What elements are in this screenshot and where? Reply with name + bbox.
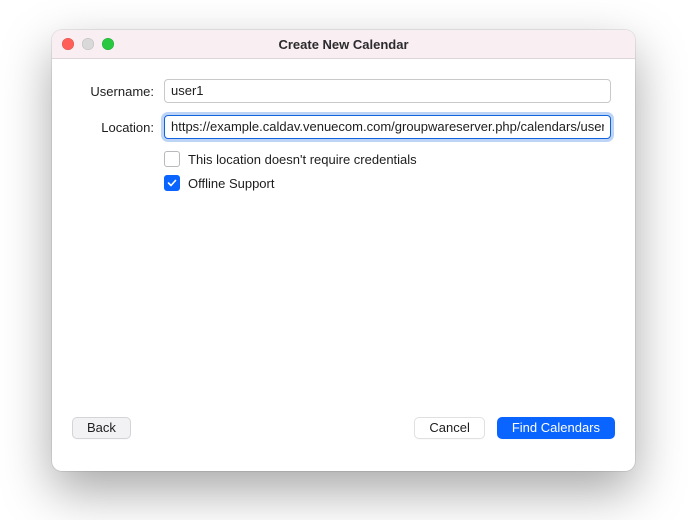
no-credentials-label: This location doesn't require credential… xyxy=(188,152,417,167)
username-input[interactable] xyxy=(164,79,611,103)
footer: Back Cancel Find Calendars xyxy=(52,401,635,471)
titlebar: Create New Calendar xyxy=(52,30,635,59)
zoom-window-button[interactable] xyxy=(102,38,114,50)
no-credentials-row: This location doesn't require credential… xyxy=(164,151,611,167)
close-window-button[interactable] xyxy=(62,38,74,50)
window-controls xyxy=(62,38,114,50)
username-row: Username: xyxy=(76,79,611,103)
offline-support-row: Offline Support xyxy=(164,175,611,191)
cancel-button[interactable]: Cancel xyxy=(414,417,484,439)
dialog-window: Create New Calendar Username: Location: … xyxy=(52,30,635,471)
back-button[interactable]: Back xyxy=(72,417,131,439)
window-title: Create New Calendar xyxy=(278,37,408,52)
offline-support-label: Offline Support xyxy=(188,176,274,191)
minimize-window-button[interactable] xyxy=(82,38,94,50)
location-row: Location: xyxy=(76,115,611,139)
location-input[interactable] xyxy=(164,115,611,139)
offline-support-checkbox[interactable] xyxy=(164,175,180,191)
location-label: Location: xyxy=(76,120,164,135)
content-area: Username: Location: This location doesn'… xyxy=(52,59,635,401)
find-calendars-button[interactable]: Find Calendars xyxy=(497,417,615,439)
footer-right-group: Cancel Find Calendars xyxy=(414,417,615,439)
no-credentials-checkbox[interactable] xyxy=(164,151,180,167)
username-label: Username: xyxy=(76,84,164,99)
checkmark-icon xyxy=(167,178,177,188)
